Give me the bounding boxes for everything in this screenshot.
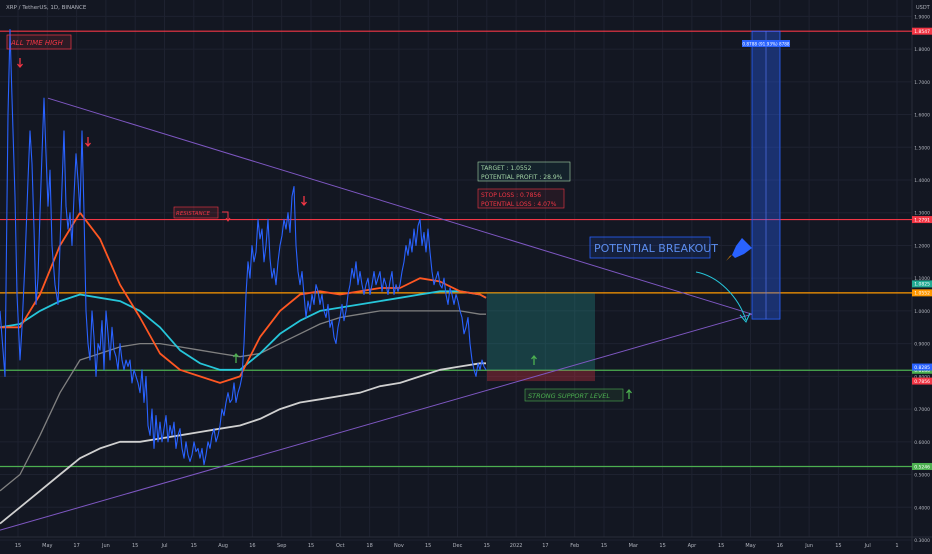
measure-label: 0.8788 (91.93%) 8788 (742, 41, 790, 46)
x-tick-label: Oct (336, 543, 345, 549)
x-tick-label: 2022 (510, 543, 523, 549)
x-tick-label: 15 (484, 543, 490, 549)
target-zone[interactable] (487, 292, 595, 371)
price-level-label: 1.0552 (914, 291, 930, 297)
chart-background (0, 0, 932, 550)
y-tick-label: 0.4000 (914, 505, 930, 511)
symbol-title: XRP / TetherUS, 1D, BINANCE (6, 5, 87, 11)
price-badge-label: 1.0825 (914, 282, 930, 288)
x-tick-label: Mar (629, 543, 639, 549)
strong-support-label: STRONG SUPPORT LEVEL (528, 392, 610, 400)
target-label: TARGET : 1.0552 (480, 165, 532, 172)
x-tick-label: 16 (249, 543, 255, 549)
price-badge-label: 0.8285 (914, 365, 930, 371)
price-chart[interactable]: 0.8788 (91.93%) 8788 ALL TIME HIGH RESIST… (0, 0, 932, 550)
x-tick-label: 15 (659, 543, 665, 549)
potential-breakout-label: POTENTIAL BREAKOUT (594, 242, 718, 255)
x-tick-label: 15 (308, 543, 314, 549)
x-tick-label: May (42, 543, 52, 549)
y-tick-label: 1.6000 (914, 113, 930, 119)
x-tick-label: 1 (895, 543, 898, 549)
resistance-label: RESISTANCE (176, 211, 210, 217)
currency-label: USDT (916, 5, 931, 11)
x-tick-label: 17 (73, 543, 79, 549)
y-tick-label: 0.3000 (914, 538, 930, 544)
x-tick-label: 15 (15, 543, 21, 549)
chart-container: 0.8788 (91.93%) 8788 ALL TIME HIGH RESIST… (0, 0, 932, 550)
price-level-label: 1.2791 (914, 217, 930, 223)
x-tick-label: 16 (777, 543, 783, 549)
potential-loss-label: POTENTIAL LOSS : 4.07% (481, 201, 557, 208)
y-tick-label: 1.4000 (914, 178, 930, 184)
y-tick-label: 1.0000 (914, 309, 930, 315)
x-tick-label: 15 (601, 543, 607, 549)
x-tick-label: Jun (101, 543, 110, 549)
price-level-label: 1.8547 (914, 29, 930, 35)
y-tick-label: 0.5000 (914, 473, 930, 479)
x-tick-label: Dec (453, 543, 463, 549)
price-badge-label: 0.7856 (914, 379, 930, 385)
price-level-label: 0.5246 (914, 464, 930, 470)
x-tick-label: Apr (688, 543, 698, 549)
x-tick-label: 18 (366, 543, 372, 549)
y-tick-label: 0.9000 (914, 342, 930, 348)
stop-loss-label: STOP LOSS : 0.7856 (481, 192, 541, 199)
x-tick-label: 15 (425, 543, 431, 549)
x-tick-label: 17 (542, 543, 548, 549)
x-tick-label: Feb (570, 543, 579, 549)
x-tick-label: May (745, 543, 755, 549)
all-time-high-label: ALL TIME HIGH (10, 39, 64, 47)
potential-profit-label: POTENTIAL PROFIT : 28.9% (481, 174, 563, 181)
x-tick-label: Aug (218, 543, 228, 549)
y-tick-label: 1.5000 (914, 145, 930, 151)
y-tick-label: 1.3000 (914, 211, 930, 217)
y-tick-label: 1.7000 (914, 80, 930, 86)
x-tick-label: Nov (394, 543, 404, 549)
y-tick-label: 1.2000 (914, 243, 930, 249)
x-tick-label: 15 (718, 543, 724, 549)
y-tick-label: 1.9000 (914, 14, 930, 20)
stop-zone[interactable] (487, 370, 595, 382)
x-tick-label: 15 (132, 543, 138, 549)
y-tick-label: 0.7000 (914, 407, 930, 413)
y-tick-label: 1.8000 (914, 47, 930, 53)
x-tick-label: 15 (191, 543, 197, 549)
x-tick-label: 15 (835, 543, 841, 549)
x-tick-label: Sep (277, 543, 286, 549)
x-tick-label: Jul (864, 543, 871, 549)
x-tick-label: Jun (804, 543, 813, 549)
y-tick-label: 0.6000 (914, 440, 930, 446)
x-tick-label: Jul (160, 543, 167, 549)
